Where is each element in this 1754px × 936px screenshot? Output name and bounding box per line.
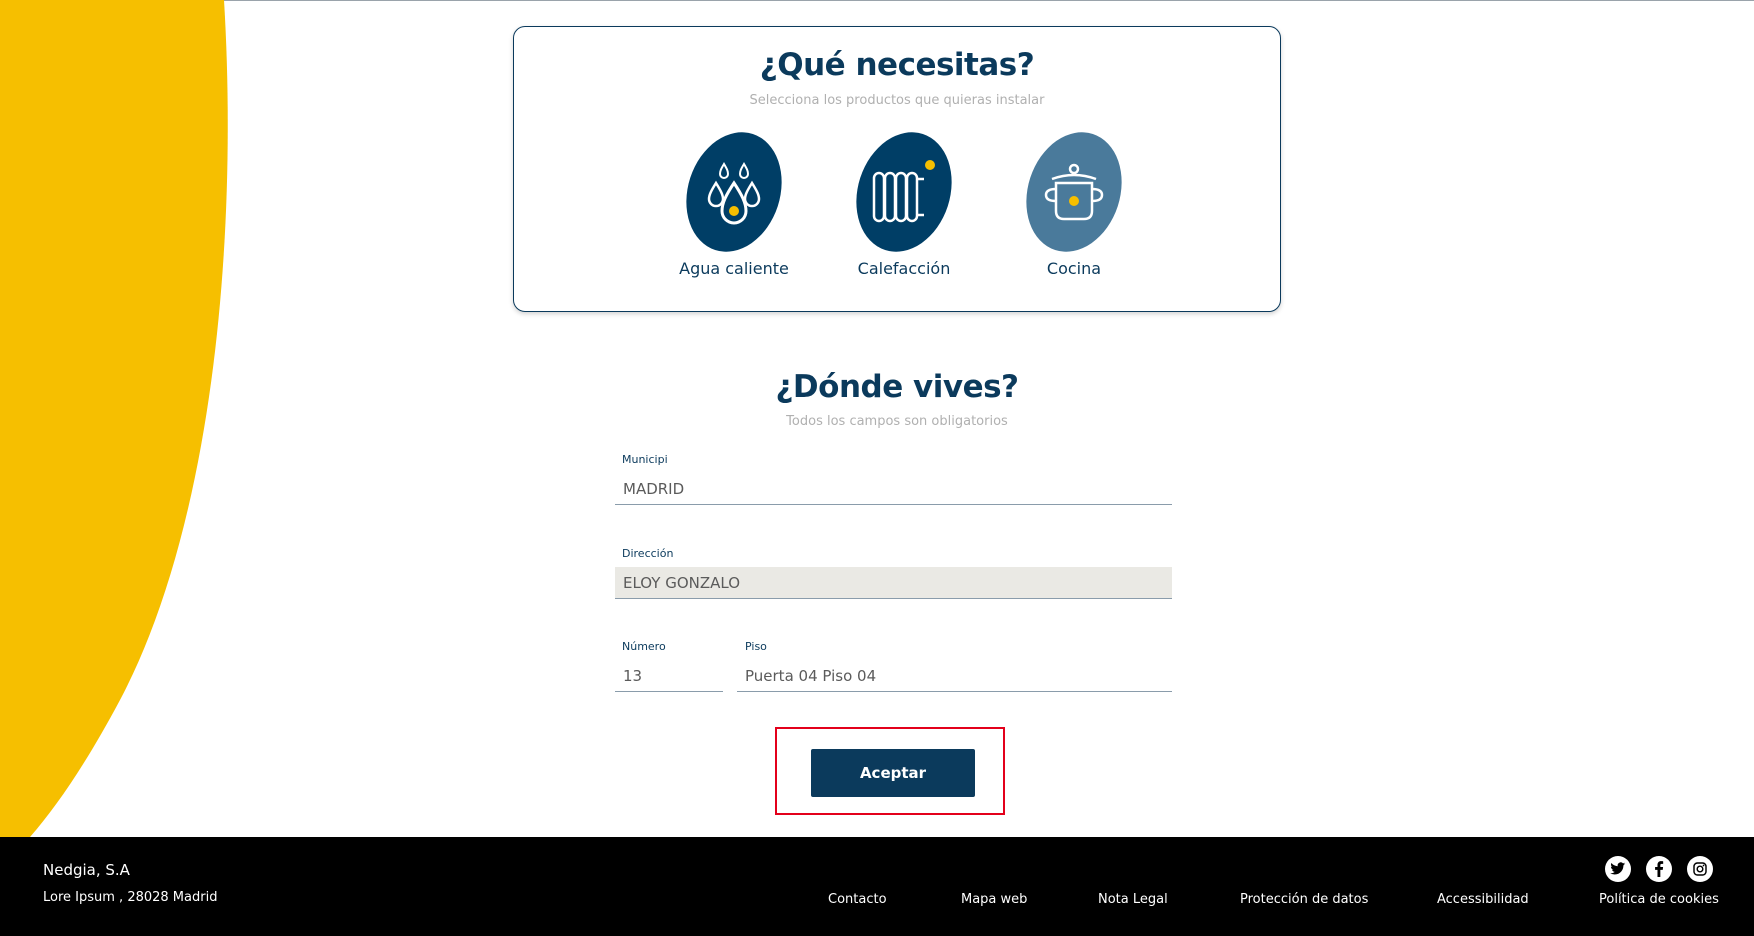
products-subtitle: Selecciona los productos que quieras ins… <box>749 93 1045 108</box>
product-cocina[interactable]: Cocina <box>999 131 1149 291</box>
footer-link-proteccion-datos[interactable]: Protección de datos <box>1240 892 1368 907</box>
product-label: Calefacción <box>857 259 951 278</box>
address-subtitle: Todos los campos son obligatorios <box>786 414 1008 429</box>
numero-label: Número <box>622 640 666 653</box>
footer-link-contacto[interactable]: Contacto <box>828 892 887 907</box>
product-label: Agua caliente <box>679 259 789 278</box>
numero-field[interactable] <box>615 660 723 692</box>
product-agua-caliente[interactable]: Agua caliente <box>659 131 809 291</box>
top-divider <box>0 0 1754 1</box>
footer-link-accesibilidad[interactable]: Accessibilidad <box>1437 892 1529 907</box>
footer-link-nota-legal[interactable]: Nota Legal <box>1098 892 1168 907</box>
municipio-label: Municipi <box>622 453 668 466</box>
direccion-label: Dirección <box>622 547 674 560</box>
footer-link-politica-cookies[interactable]: Política de cookies <box>1599 892 1719 907</box>
products-card: ¿Qué necesitas? Selecciona los productos… <box>513 26 1281 312</box>
accept-button[interactable]: Aceptar <box>811 749 975 797</box>
twitter-icon[interactable] <box>1605 856 1631 882</box>
piso-label: Piso <box>745 640 767 653</box>
product-label: Cocina <box>1046 259 1102 278</box>
products-title: ¿Qué necesitas? <box>759 47 1035 83</box>
footer-link-mapa-web[interactable]: Mapa web <box>961 892 1027 907</box>
piso-field[interactable] <box>737 660 1172 692</box>
facebook-icon[interactable] <box>1646 856 1672 882</box>
product-calefaccion[interactable]: Calefacción <box>829 131 979 291</box>
decorative-yellow-arc <box>0 0 228 837</box>
radiator-icon <box>856 132 952 252</box>
footer-company-name: Nedgia, S.A <box>43 861 130 879</box>
footer-address: Lore Ipsum , 28028 Madrid <box>43 890 218 905</box>
address-title: ¿Dónde vives? <box>775 369 1019 405</box>
footer: Nedgia, S.A Lore Ipsum , 28028 Madrid Co… <box>0 837 1754 936</box>
municipio-field[interactable] <box>615 473 1172 505</box>
cooking-pot-icon <box>1026 132 1122 252</box>
direccion-field[interactable] <box>615 567 1172 599</box>
water-drops-icon <box>686 132 782 252</box>
instagram-icon[interactable] <box>1687 856 1713 882</box>
